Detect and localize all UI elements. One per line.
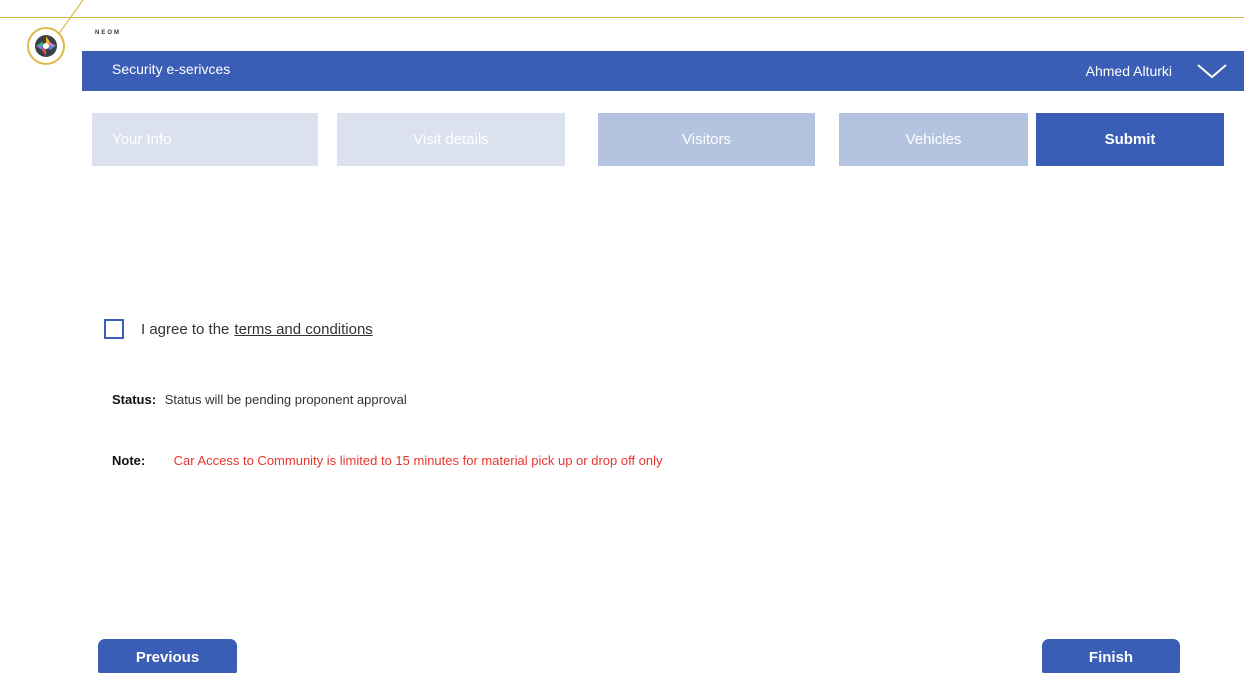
app-header: Security e-serivces Ahmed Alturki	[82, 51, 1244, 91]
tab-submit[interactable]: Submit	[1036, 113, 1224, 166]
tab-visit-details[interactable]: Visit details	[337, 113, 565, 166]
top-divider	[0, 17, 1244, 18]
tab-visitors[interactable]: Visitors	[598, 113, 815, 166]
terms-prefix: I agree to the	[141, 320, 230, 338]
app-title: Security e-serivces	[112, 61, 231, 77]
chevron-down-icon[interactable]	[1196, 60, 1228, 82]
status-value: Status will be pending proponent approva…	[164, 392, 407, 407]
brand-name: NEOM	[95, 30, 121, 36]
tab-your-info[interactable]: Your Info	[92, 113, 318, 166]
terms-link[interactable]: terms and conditions	[234, 321, 372, 338]
previous-button[interactable]: Previous	[98, 639, 237, 673]
note-value: Car Access to Community is limited to 15…	[173, 453, 663, 468]
terms-checkbox[interactable]	[104, 319, 124, 339]
note-label: Note:	[112, 453, 146, 468]
status-row: Status: Status will be pending proponent…	[112, 392, 407, 407]
tab-vehicles[interactable]: Vehicles	[839, 113, 1028, 166]
logo-accent-line	[57, 0, 84, 36]
status-label: Status:	[112, 392, 157, 407]
user-name[interactable]: Ahmed Alturki	[1086, 63, 1172, 79]
neom-logo-icon[interactable]	[27, 27, 65, 65]
note-row: Note: Car Access to Community is limited…	[112, 453, 663, 468]
finish-button[interactable]: Finish	[1042, 639, 1180, 673]
terms-agreement: I agree to the terms and conditions	[104, 319, 373, 339]
page: NEOM Security e-serivces Ahmed Alturki Y…	[0, 0, 1244, 673]
